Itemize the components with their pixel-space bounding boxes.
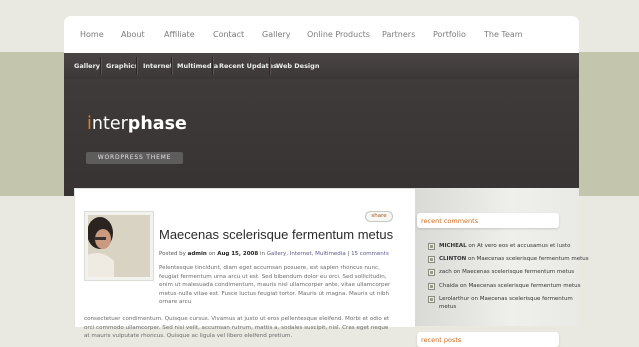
post-excerpt-continued: consectetuer condimentum. Quisque cursus… [84,316,390,339]
comment-text[interactable]: on Maecenas scelerisque fermentum metus [452,269,575,275]
comment-item[interactable]: Chaida on Maecenas scelerisque fermentum… [428,282,581,290]
meta-date: Aug 15, 2008 [217,251,259,257]
comment-author[interactable]: Lerolarthur [439,296,469,302]
post-title[interactable]: Maecenas scelerisque fermentum metus [159,227,393,242]
logo-phase: phase [127,114,187,134]
nav-partners[interactable]: Partners [382,30,415,39]
logo-tagline: WORDPRESS THEME [86,152,183,164]
recent-posts-title: recent posts [421,336,462,344]
comment-text[interactable]: on Maecenas scelerisque fermentum metus [466,256,589,262]
meta-categories[interactable]: Gallery, Internet, Multimedia [267,251,346,257]
nav-affiliate[interactable]: Affiliate [164,30,195,39]
comment-bullet-icon [428,296,435,303]
meta-author[interactable]: admin [188,251,207,257]
comment-item[interactable]: CLINTON on Maecenas scelerisque fermentu… [428,255,589,263]
subnav-divider [269,57,271,75]
meta-in: in [259,251,265,257]
post-thumbnail[interactable] [84,211,154,281]
nav-about[interactable]: About [121,30,145,39]
nav-contact[interactable]: Contact [213,30,244,39]
subnav-divider [212,57,214,75]
comment-item[interactable]: MICHEAL on At vero eos et accusamus et i… [428,242,570,250]
recent-comments-header: recent comments [417,213,559,228]
meta-comments-link[interactable]: 15 comments [351,251,389,257]
subnav-gallery[interactable]: Gallery [74,62,100,70]
post-meta: Posted by admin on Aug 15, 2008 in Galle… [159,251,389,257]
recent-posts-header: recent posts [417,332,559,347]
comment-text[interactable]: on At vero eos et accusamus et iusto [467,243,570,249]
site-header: interphase WORDPRESS THEME [64,79,579,196]
category-navigation: Gallery Graphics Internet Multimedia Rec… [64,53,579,79]
recent-comments-title: recent comments [421,217,479,225]
meta-separator: | [347,251,350,257]
meta-posted-by: Posted by [159,251,186,257]
portrait-image [88,215,150,277]
subnav-graphics[interactable]: Graphics [106,62,138,70]
comment-item[interactable]: zach on Maecenas scelerisque fermentum m… [428,268,575,276]
site-logo[interactable]: interphase [87,114,187,134]
subnav-web-design[interactable]: Web Design [276,62,319,70]
nav-home[interactable]: Home [80,30,104,39]
comment-bullet-icon [428,256,435,263]
subnav-divider [100,57,102,75]
post-excerpt: Pelentesque tincidunt, diam eget accumsa… [159,265,391,305]
share-button[interactable]: share [365,211,393,222]
comment-bullet-icon [428,243,435,250]
nav-the-team[interactable]: The Team [484,30,523,39]
comment-bullet-icon [428,283,435,290]
comment-bullet-icon [428,269,435,276]
nav-portfolio[interactable]: Portfolio [433,30,466,39]
nav-online-products[interactable]: Online Products [307,30,370,39]
comment-author[interactable]: Chaida [439,283,458,289]
comment-item[interactable]: Lerolarthur on Maecenas scelerisque ferm… [428,295,579,311]
comment-author[interactable]: zach [439,269,452,275]
subnav-internet[interactable]: Internet [143,62,173,70]
nav-gallery[interactable]: Gallery [262,30,291,39]
top-navigation: Home About Affiliate Contact Gallery Onl… [64,16,579,53]
subnav-divider [171,57,173,75]
comment-author[interactable]: CLINTON [439,256,466,262]
subnav-divider [136,57,138,75]
meta-on: on [208,251,216,257]
thumbnail-image [88,215,150,277]
comment-text[interactable]: on Maecenas scelerisque fermentum metus [458,283,581,289]
comment-author[interactable]: MICHEAL [439,243,467,249]
logo-inter: nter [91,114,128,134]
